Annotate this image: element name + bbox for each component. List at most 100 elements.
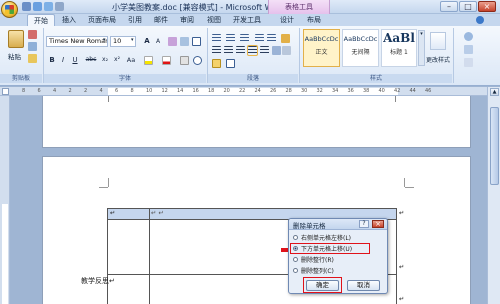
- font-group-label: 字体: [44, 74, 206, 83]
- option-delete-row[interactable]: 删除整行(R): [293, 255, 383, 264]
- radio-button[interactable]: [293, 257, 298, 262]
- line-spacing-icon[interactable]: [272, 46, 281, 55]
- radio-button-selected[interactable]: [293, 246, 298, 251]
- select-icon[interactable]: [464, 58, 473, 67]
- minimize-button[interactable]: –: [440, 1, 458, 12]
- shading-icon[interactable]: [212, 59, 221, 68]
- office-logo-icon: [5, 5, 14, 14]
- horizontal-ruler[interactable]: 8 6 4 2 2 4 6 8 10 12 14 16 18 20 22 24 26 28 30 32 34 36 38 40…: [0, 87, 500, 96]
- multilevel-list-icon[interactable]: [240, 34, 249, 43]
- cut-icon[interactable]: [28, 30, 37, 39]
- subscript-button[interactable]: x₂: [100, 55, 110, 65]
- numbering-icon[interactable]: [226, 34, 235, 43]
- character-border-icon[interactable]: [192, 37, 201, 46]
- ribbon: 粘贴 剪贴板 Times New Romar ▾ 10 ▾ A A B I U …: [0, 26, 500, 86]
- increase-indent-icon[interactable]: [267, 34, 276, 43]
- underline-button[interactable]: U: [70, 55, 80, 65]
- document-page-previous[interactable]: [42, 96, 471, 148]
- dialog-close-button[interactable]: ×: [372, 220, 384, 228]
- shrink-font-button[interactable]: A: [153, 37, 163, 47]
- tab-table-design[interactable]: 设计: [276, 14, 298, 26]
- italic-button[interactable]: I: [58, 55, 68, 65]
- bold-button[interactable]: B: [47, 55, 57, 65]
- tab-review[interactable]: 审阅: [176, 14, 198, 26]
- option-shift-up[interactable]: 下方单元格上移(U): [293, 244, 383, 253]
- ok-button[interactable]: 确定: [306, 280, 339, 291]
- vertical-ruler[interactable]: [0, 96, 10, 304]
- table-tools-contextual-tab: 表格工具: [268, 0, 330, 14]
- grow-font-button[interactable]: A: [142, 36, 152, 46]
- paste-icon[interactable]: [8, 30, 24, 48]
- borders-icon[interactable]: [226, 59, 235, 68]
- highlight-color-icon[interactable]: [144, 56, 153, 65]
- styles-more-icon[interactable]: ▾: [418, 30, 425, 66]
- radio-button[interactable]: [293, 268, 298, 273]
- tab-table-layout[interactable]: 布局: [303, 14, 325, 26]
- superscript-button[interactable]: x²: [112, 55, 122, 65]
- tab-selector-icon[interactable]: [2, 88, 9, 95]
- vertical-scrollbar[interactable]: ▲: [487, 87, 500, 304]
- office-button[interactable]: [1, 1, 18, 18]
- tab-insert[interactable]: 插入: [58, 14, 80, 26]
- ruler-number: 28: [285, 88, 292, 94]
- quick-access-dropdown-icon[interactable]: [55, 2, 64, 11]
- decrease-indent-icon[interactable]: [255, 34, 264, 43]
- tab-page-layout[interactable]: 页面布局: [84, 14, 120, 26]
- undo-icon[interactable]: [33, 2, 42, 11]
- find-icon[interactable]: [464, 32, 473, 41]
- distributed-icon[interactable]: [260, 46, 269, 55]
- tab-view[interactable]: 视图: [203, 14, 225, 26]
- replace-icon[interactable]: [464, 45, 473, 54]
- delete-cells-dialog[interactable]: 删除单元格 ? × 右侧单元格左移(L) 下方单元格上移(U) 删除整行(R) …: [288, 218, 388, 294]
- font-color-icon[interactable]: [162, 56, 171, 65]
- style-no-spacing[interactable]: AaBbCcDc 无间隔: [342, 29, 379, 67]
- font-name-box[interactable]: Times New Romar: [46, 36, 108, 47]
- radio-button[interactable]: [293, 235, 298, 240]
- strikethrough-button[interactable]: abc: [84, 55, 98, 65]
- chevron-down-icon[interactable]: ▾: [103, 37, 107, 46]
- sort-icon[interactable]: [281, 34, 290, 43]
- option-delete-column[interactable]: 删除整列(C): [293, 266, 383, 275]
- ruler-number: 8: [130, 88, 134, 94]
- help-icon[interactable]: [476, 16, 484, 24]
- save-icon[interactable]: [22, 2, 31, 11]
- dialog-title-bar[interactable]: 删除单元格 ? ×: [289, 219, 387, 230]
- ruler-number: 6: [115, 88, 119, 94]
- change-styles-icon[interactable]: [430, 32, 446, 50]
- teaching-reflection-label[interactable]: 教学反思↵: [81, 276, 115, 286]
- bullets-icon[interactable]: [212, 34, 221, 43]
- character-shading-icon[interactable]: [180, 56, 189, 65]
- redo-icon[interactable]: [44, 2, 53, 11]
- chevron-down-icon[interactable]: ▾: [131, 37, 134, 43]
- align-right-icon[interactable]: [236, 46, 245, 55]
- cancel-button[interactable]: 取消: [347, 280, 380, 291]
- dialog-help-button[interactable]: ?: [359, 220, 369, 228]
- tab-home[interactable]: 开始: [27, 14, 55, 26]
- change-styles-button[interactable]: 更改样式: [426, 55, 450, 64]
- tab-developer[interactable]: 开发工具: [230, 14, 264, 26]
- copy-icon[interactable]: [28, 42, 37, 51]
- justify-icon[interactable]: [247, 45, 258, 56]
- tab-mailings[interactable]: 邮件: [150, 14, 172, 26]
- table-border: [395, 96, 396, 102]
- align-center-icon[interactable]: [224, 46, 233, 55]
- tab-references[interactable]: 引用: [124, 14, 146, 26]
- ruler-number: 18: [208, 88, 215, 94]
- scroll-up-arrow-icon[interactable]: ▲: [490, 88, 499, 96]
- phonetic-guide-icon[interactable]: [180, 37, 189, 46]
- ruler-number: 24: [254, 88, 261, 94]
- document-page-current[interactable]: ↵ ↵ ↵ ↵ ↵ 教学反思↵ ↵: [42, 156, 471, 304]
- maximize-button[interactable]: □: [459, 1, 477, 12]
- style-normal[interactable]: AaBbCcDc 正文: [303, 29, 340, 67]
- align-left-icon[interactable]: [212, 46, 221, 55]
- paste-button[interactable]: 粘贴: [8, 51, 21, 61]
- style-heading-1[interactable]: AaBl 标题 1: [381, 29, 417, 67]
- clear-format-icon[interactable]: [168, 37, 177, 46]
- change-case-button[interactable]: Aa: [125, 55, 137, 65]
- format-painter-icon[interactable]: [28, 54, 37, 63]
- show-marks-icon[interactable]: [282, 46, 291, 55]
- enclose-characters-icon[interactable]: [193, 56, 202, 65]
- option-shift-left[interactable]: 右侧单元格左移(L): [293, 233, 383, 242]
- close-button[interactable]: ×: [478, 1, 496, 12]
- scrollbar-thumb[interactable]: [490, 107, 499, 185]
